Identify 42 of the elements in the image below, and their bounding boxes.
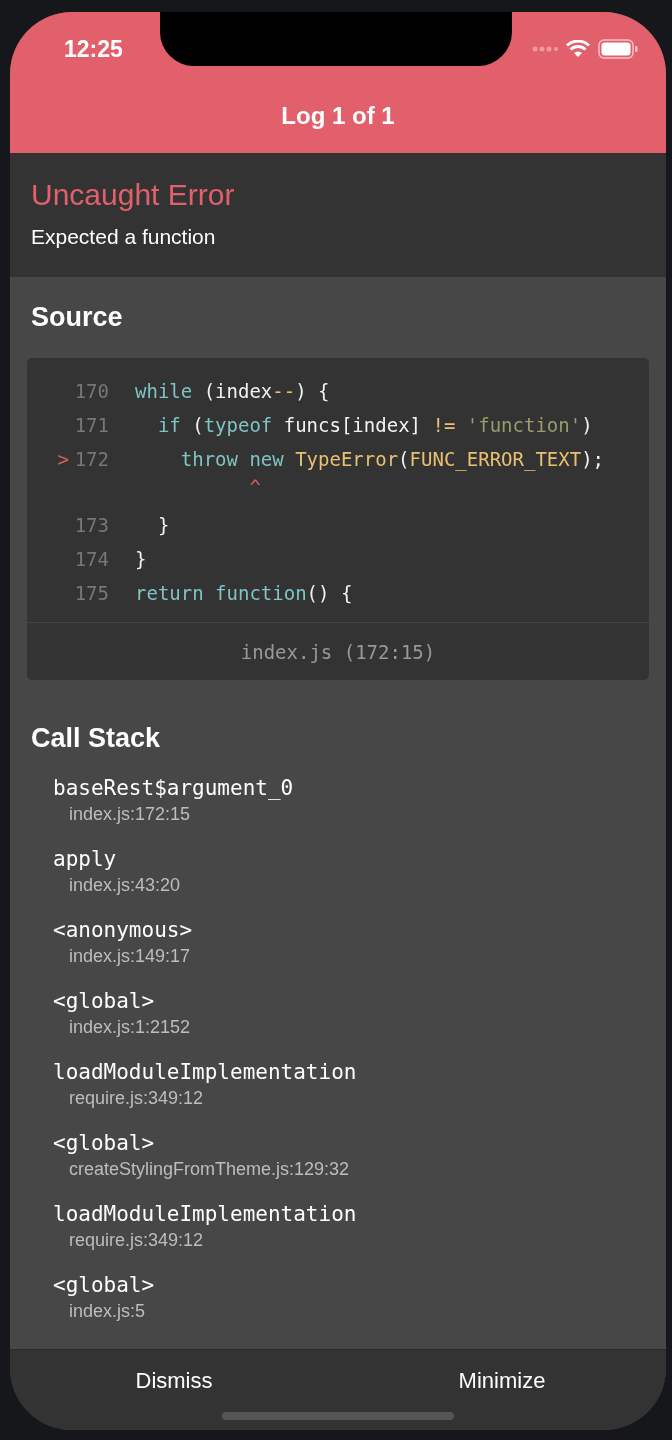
code-line: if (typeof funcs[index] != 'function') bbox=[156, 414, 593, 436]
code-line: throw new TypeError(FUNC_ERROR_TEXT); bbox=[179, 448, 605, 470]
frame-location: index.js:149:17 bbox=[68, 945, 192, 968]
signal-icon bbox=[532, 45, 558, 53]
line-number: 170 bbox=[73, 380, 109, 402]
error-marker: > bbox=[57, 448, 69, 470]
section-heading: Source bbox=[30, 301, 124, 334]
line-number: 174 bbox=[73, 548, 109, 570]
source-location: index.js (172:15) bbox=[27, 622, 649, 680]
code-line: return function() { bbox=[135, 582, 353, 604]
error-caret: ^ bbox=[248, 476, 261, 498]
wifi-icon bbox=[566, 40, 590, 58]
minimize-button[interactable]: Minimize bbox=[338, 1350, 666, 1430]
frame-location: index.js:5 bbox=[68, 1300, 147, 1323]
frame-location: createStylingFromTheme.js:129:32 bbox=[68, 1158, 351, 1181]
code-line: while (index--) { bbox=[135, 380, 330, 402]
dismiss-button[interactable]: Dismiss bbox=[10, 1350, 338, 1430]
code-line: } bbox=[135, 548, 147, 570]
error-title: Uncaught Error bbox=[31, 177, 236, 213]
frame-location: index.js:1:2152 bbox=[68, 1016, 192, 1039]
frame-name: loadModuleImplementation bbox=[53, 1059, 358, 1086]
line-number: 173 bbox=[73, 514, 109, 536]
frame-name: <global> bbox=[53, 988, 156, 1015]
frame-name: <global> bbox=[53, 1130, 156, 1157]
frame-location: require.js:349:12 bbox=[68, 1087, 205, 1110]
section-heading: Call Stack bbox=[30, 722, 162, 755]
frame-location: index.js:172:15 bbox=[68, 803, 192, 826]
status-time: 12:25 bbox=[64, 35, 123, 63]
frame-location: index.js:43:20 bbox=[68, 874, 182, 897]
frame-name: apply bbox=[53, 846, 118, 873]
frame-name: <global> bbox=[53, 1272, 156, 1299]
code-line: } bbox=[156, 514, 170, 536]
line-number: 172 bbox=[73, 448, 109, 470]
line-number: 175 bbox=[73, 582, 109, 604]
frame-name: baseRest$argument_0 bbox=[53, 775, 295, 802]
frame-name: <anonymous> bbox=[53, 917, 194, 944]
error-message: Expected a function bbox=[31, 225, 217, 249]
battery-icon bbox=[598, 39, 638, 59]
header-title: Log 1 of 1 bbox=[280, 102, 396, 130]
frame-location: require.js:349:12 bbox=[68, 1229, 205, 1252]
line-number: 171 bbox=[73, 414, 109, 436]
frame-name: loadModuleImplementation bbox=[53, 1201, 358, 1228]
